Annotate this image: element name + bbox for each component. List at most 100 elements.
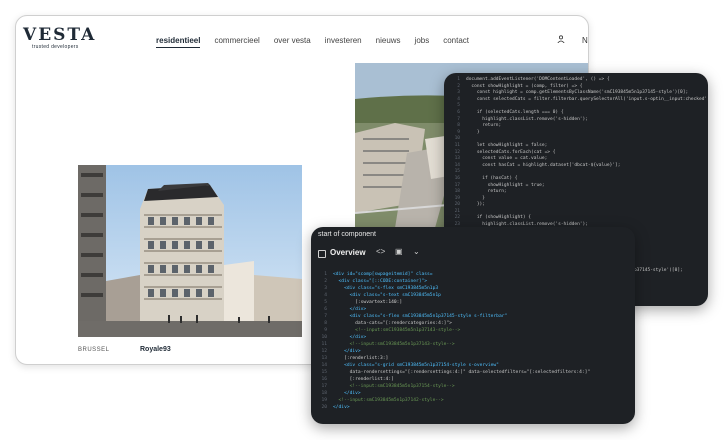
panel-title: start of component bbox=[318, 231, 376, 238]
line-number: 10 bbox=[321, 335, 327, 340]
code-text: data-cats="[:rendercategories:4:]"> bbox=[333, 321, 452, 326]
code-text: if (hasCat) { bbox=[466, 175, 518, 181]
line-number: 20 bbox=[321, 405, 327, 410]
line-number: 12 bbox=[321, 349, 327, 354]
code-text: [:renderlist:3:] bbox=[333, 356, 389, 361]
code-line: 7 <div class="s-flex smC193845m5n1p37145… bbox=[311, 313, 635, 320]
logo-tagline: trusted developers bbox=[32, 44, 79, 50]
line-number: 1 bbox=[324, 272, 327, 277]
code-line: 14 <div class="s-grid smC193845m5n1p3715… bbox=[311, 362, 635, 369]
code-line: 19 <!--input:smC193845m5n1p37142-style--… bbox=[311, 397, 635, 404]
line-number: 9 bbox=[324, 328, 327, 333]
line-number: 2 bbox=[324, 279, 327, 284]
line-number: 5 bbox=[324, 300, 327, 305]
line-number: 18 bbox=[321, 391, 327, 396]
line-number: 17 bbox=[321, 384, 327, 389]
code-line: 4 <div class="s-text smC193845m5n1p bbox=[311, 292, 635, 299]
building-photo bbox=[78, 165, 302, 337]
code-text: const hasCat = highlight.dataset['dbcat-… bbox=[466, 162, 621, 168]
code-text: [:renderlist:4:] bbox=[333, 377, 394, 382]
code-text: <!--input:smC193845m5n1p37142-style--> bbox=[333, 398, 444, 403]
code-line: 1 <div id="scomp[swpageitemid]" class= bbox=[311, 271, 635, 278]
code-line: 12 </div> bbox=[311, 348, 635, 355]
code-line: 13 [:renderlist:3:] bbox=[311, 355, 635, 362]
main-navigation: residentieel commercieel over vesta inve… bbox=[156, 36, 469, 48]
code-text: </div> bbox=[333, 335, 367, 340]
line-number: 11 bbox=[454, 142, 460, 148]
line-number: 14 bbox=[321, 363, 327, 368]
code-text: </div> bbox=[333, 405, 350, 410]
line-number: 8 bbox=[324, 321, 327, 326]
vesta-logo[interactable]: VESTA bbox=[23, 25, 96, 45]
code-text: </div> bbox=[333, 391, 361, 396]
code-text: } bbox=[466, 129, 480, 135]
code-line: 11 <!--input:smC193845m5n1p37143-style--… bbox=[311, 341, 635, 348]
overview-checkbox[interactable] bbox=[318, 250, 326, 258]
line-number: 3 bbox=[457, 90, 460, 96]
code-lines-html: 1 <div id="scomp[swpageitemid]" class= 2 <… bbox=[311, 271, 635, 411]
code-text: showHighlight = true; bbox=[466, 182, 545, 188]
code-line: 6 </div> bbox=[311, 306, 635, 313]
code-line: 17 <!--input:smC193845m5n1p37154-style--… bbox=[311, 383, 635, 390]
line-number: 16 bbox=[321, 377, 327, 382]
line-number: 13 bbox=[454, 156, 460, 162]
code-text: } bbox=[466, 195, 485, 201]
nav-item-nieuws[interactable]: nieuws bbox=[376, 36, 401, 48]
line-number: 18 bbox=[454, 189, 460, 195]
code-line: 16 if (hasCat) { bbox=[444, 176, 708, 183]
code-text: <!--input:smC193845m5n1p37143-style--> bbox=[333, 328, 461, 333]
project-name[interactable]: Royale93 bbox=[140, 346, 171, 353]
line-number: 13 bbox=[321, 356, 327, 361]
layout-icon[interactable]: ▣ bbox=[395, 247, 403, 256]
chevron-down-icon[interactable]: ⌄ bbox=[413, 247, 420, 256]
code-line: 15 bbox=[444, 169, 708, 176]
code-line: 8 data-cats="[:rendercategories:4:]"> bbox=[311, 320, 635, 327]
code-text: if (showHighlight) { bbox=[466, 215, 532, 221]
line-number: 3 bbox=[324, 286, 327, 291]
code-text: return; bbox=[466, 123, 502, 129]
code-line: 15 data-rendersettings="[:rendersettings… bbox=[311, 369, 635, 376]
code-text: if (selectedCats.length === 0) { bbox=[466, 109, 564, 115]
line-number: 15 bbox=[454, 169, 460, 175]
line-number: 8 bbox=[457, 123, 460, 129]
code-line: 11 let showHighlight = false; bbox=[444, 143, 708, 150]
code-line: 9 } bbox=[444, 130, 708, 137]
user-icon[interactable] bbox=[557, 35, 565, 43]
project-city: BRUSSEL bbox=[78, 347, 110, 353]
code-text: <div class="[::CODE:container]"> bbox=[333, 279, 428, 284]
code-line: 10 bbox=[444, 136, 708, 143]
line-number: 6 bbox=[457, 109, 460, 115]
nav-item-commercieel[interactable]: commercieel bbox=[214, 36, 259, 48]
code-line: 3 <div class="s-flex smC193845m5n1p3 bbox=[311, 285, 635, 292]
chevron-left-right-icon[interactable]: <> bbox=[376, 247, 385, 256]
nav-item-over-vesta[interactable]: over vesta bbox=[274, 36, 311, 48]
code-line: 3 const highlight = comp.getElementsByCl… bbox=[444, 90, 708, 97]
code-text: <div class="s-text smC193845m5n1p bbox=[333, 293, 441, 298]
code-line: 8 return; bbox=[444, 123, 708, 130]
nav-item-investeren[interactable]: investeren bbox=[325, 36, 362, 48]
code-text: [:swvartext:140:] bbox=[333, 300, 403, 305]
code-text: data-rendersettings="[:rendersettings:4:… bbox=[333, 370, 591, 375]
code-text: <div id="scomp[swpageitemid]" class= bbox=[333, 272, 433, 277]
code-text: <div class="s-grid smC193845m5n1p37154-s… bbox=[333, 363, 499, 368]
line-number: 5 bbox=[457, 103, 460, 109]
code-line: 16 [:renderlist:4:] bbox=[311, 376, 635, 383]
nav-item-residentieel[interactable]: residentieel bbox=[156, 36, 201, 48]
line-number: 16 bbox=[454, 175, 460, 181]
code-text: let showHighlight = false; bbox=[466, 142, 548, 148]
code-text: <div class="s-flex smC193845m5n1p3 bbox=[333, 286, 439, 291]
code-text: const selectedCats = filter.filterbar.qu… bbox=[466, 96, 708, 102]
nav-item-jobs[interactable]: jobs bbox=[415, 36, 430, 48]
code-line: 5 [:swvartext:140:] bbox=[311, 299, 635, 306]
line-number: 10 bbox=[454, 136, 460, 142]
nav-item-contact[interactable]: contact bbox=[443, 36, 469, 48]
code-text: <!--input:smC193845m5n1p37154-style--> bbox=[333, 384, 455, 389]
code-text: <!--input:smC193845m5n1p37143-style--> bbox=[333, 342, 455, 347]
code-text: }); bbox=[466, 202, 485, 208]
code-line: 13 const value = cat.value; bbox=[444, 156, 708, 163]
code-line: 18 return; bbox=[444, 189, 708, 196]
language-switch[interactable]: N bbox=[582, 36, 588, 45]
line-number: 15 bbox=[321, 370, 327, 375]
line-number: 6 bbox=[324, 307, 327, 312]
code-line: 18 </div> bbox=[311, 390, 635, 397]
